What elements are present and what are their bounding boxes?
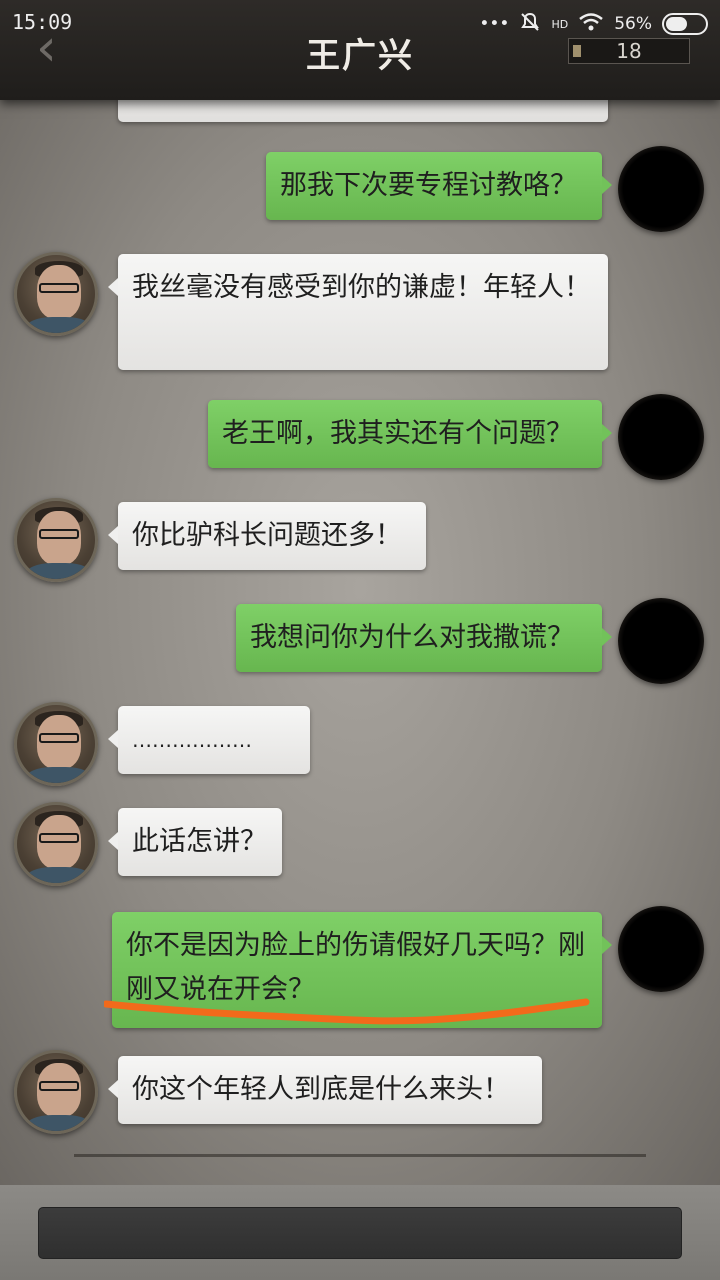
avatar-glasses xyxy=(39,733,79,743)
contact-avatar[interactable] xyxy=(14,252,98,336)
my-avatar[interactable] xyxy=(618,146,704,232)
previous-message-bubble xyxy=(118,100,608,122)
message-text: ……………… xyxy=(132,728,252,752)
bottom-bar xyxy=(0,1185,720,1280)
counter-marker xyxy=(573,45,581,57)
contact-avatar[interactable] xyxy=(14,802,98,886)
message-text: 此话怎讲？ xyxy=(132,826,267,857)
message-bubble-incoming[interactable]: 你比驴科长问题还多！ xyxy=(108,502,426,570)
avatar-glasses xyxy=(39,529,79,539)
contact-avatar[interactable] xyxy=(14,702,98,786)
divider xyxy=(74,1154,646,1157)
counter-value: 18 xyxy=(616,39,642,63)
avatar-body xyxy=(25,1115,93,1131)
counter-badge: 18 xyxy=(568,38,690,64)
message-bubble-outgoing[interactable]: 我想问你为什么对我撒谎？ xyxy=(236,604,612,672)
contact-avatar[interactable] xyxy=(14,498,98,582)
message-input[interactable] xyxy=(38,1207,682,1259)
avatar-glasses xyxy=(39,1081,79,1091)
avatar-glasses xyxy=(39,833,79,843)
message-bubble-outgoing[interactable]: 你不是因为脸上的伤请假好几天吗？刚刚又说在开会？ xyxy=(112,912,612,1028)
message-bubble-outgoing[interactable]: 老王啊，我其实还有个问题？ xyxy=(208,400,612,468)
my-avatar[interactable] xyxy=(618,598,704,684)
avatar-body xyxy=(25,317,93,333)
message-bubble-incoming[interactable]: 我丝毫没有感受到你的谦虚！年轻人！ xyxy=(108,254,608,370)
message-text: 我想问你为什么对我撒谎？ xyxy=(250,622,574,653)
avatar-glasses xyxy=(39,283,79,293)
avatar-body xyxy=(25,767,93,783)
avatar-body xyxy=(25,563,93,579)
message-text: 那我下次要专程讨教咯？ xyxy=(280,170,577,201)
my-avatar[interactable] xyxy=(618,906,704,992)
message-bubble-outgoing[interactable]: 那我下次要专程讨教咯？ xyxy=(266,152,612,220)
message-text: 我丝毫没有感受到你的谦虚！年轻人！ xyxy=(132,272,591,303)
my-avatar[interactable] xyxy=(618,394,704,480)
top-bar: 15:09 ••• HD 56% ‹ 王广兴 18 xyxy=(0,0,720,100)
message-text: 老王啊，我其实还有个问题？ xyxy=(222,418,573,449)
avatar-body xyxy=(25,867,93,883)
message-bubble-incoming[interactable]: 你这个年轻人到底是什么来头！ xyxy=(108,1056,542,1124)
chat-area[interactable]: 那我下次要专程讨教咯？ 我丝毫没有感受到你的谦虚！年轻人！ 老王啊，我其实还有个… xyxy=(0,100,720,1185)
message-bubble-incoming[interactable]: 此话怎讲？ xyxy=(108,808,282,876)
message-text: 你比驴科长问题还多！ xyxy=(132,520,402,551)
contact-avatar[interactable] xyxy=(14,1050,98,1134)
message-text: 你这个年轻人到底是什么来头！ xyxy=(132,1074,510,1105)
message-bubble-incoming[interactable]: ……………… xyxy=(108,706,310,774)
message-text: 你不是因为脸上的伤请假好几天吗？刚刚又说在开会？ xyxy=(126,930,585,1005)
